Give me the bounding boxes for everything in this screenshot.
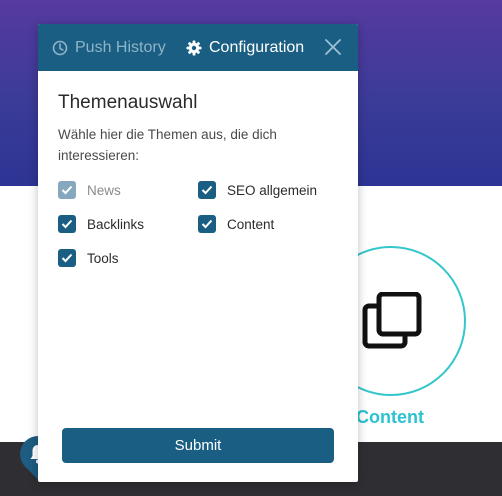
checkmark-icon (61, 253, 73, 263)
topic-label-content: Content (227, 216, 275, 232)
checkbox-backlinks[interactable] (58, 215, 76, 233)
submit-button[interactable]: Submit (62, 428, 334, 463)
topic-label-seo-allgemein: SEO allgemein (227, 182, 318, 198)
gear-icon (186, 40, 202, 55)
clock-icon (52, 40, 68, 55)
checkmark-icon (201, 185, 213, 195)
topic-label-backlinks: Backlinks (87, 216, 145, 232)
copy-icon (362, 292, 422, 349)
topic-label-tools: Tools (87, 250, 119, 266)
checkmark-icon (201, 219, 213, 229)
popup-title: Themenauswahl (58, 92, 198, 113)
topic-checkbox-tools[interactable]: Tools (58, 248, 119, 268)
popup-tab-bar: Push History Configuration (38, 24, 358, 71)
popup-description: Wähle hier die Themen aus, die dich inte… (58, 127, 277, 163)
topic-checkbox-seo-allgemein[interactable]: SEO allgemein (198, 180, 317, 200)
tab-configuration[interactable]: Configuration (186, 24, 304, 71)
checkbox-content[interactable] (198, 215, 216, 233)
topic-label-news: News (87, 182, 121, 198)
tab-configuration-label: Configuration (209, 38, 305, 56)
content-card-title[interactable]: Content (356, 407, 424, 428)
topic-checkbox-news[interactable]: News (58, 180, 121, 200)
checkbox-tools[interactable] (58, 249, 76, 267)
push-settings-popup: Push History Configuration Themenauswahl… (38, 24, 358, 482)
close-icon[interactable] (324, 38, 342, 56)
topic-checkbox-content[interactable]: Content (198, 214, 274, 234)
tab-push-history[interactable]: Push History (52, 24, 166, 71)
checkmark-icon (61, 219, 73, 229)
checkmark-icon (61, 185, 73, 195)
checkbox-seo-allgemein[interactable] (198, 181, 216, 199)
tab-push-history-label: Push History (75, 38, 166, 56)
checkbox-news[interactable] (58, 181, 76, 199)
topic-checkbox-backlinks[interactable]: Backlinks (58, 214, 144, 234)
